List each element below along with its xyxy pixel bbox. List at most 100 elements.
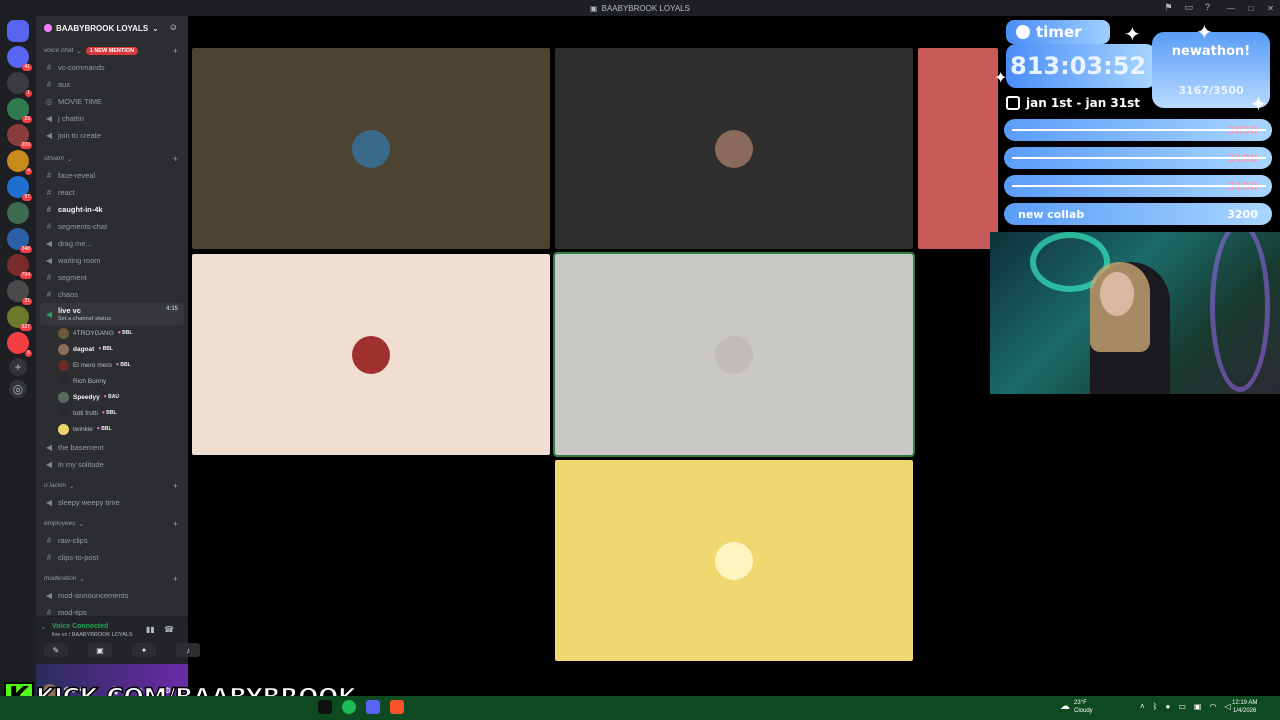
mention-badge: 348 [19, 246, 32, 253]
video-tile[interactable] [192, 48, 550, 249]
server-icon[interactable]: 537 [7, 306, 32, 331]
mic-icon[interactable]: ● [1165, 702, 1170, 711]
server-icon[interactable]: 209 [7, 124, 32, 149]
create-channel-icon[interactable]: + [173, 519, 178, 529]
channel-item[interactable]: ◀ waiting room [36, 252, 188, 269]
video-tile[interactable] [553, 252, 915, 457]
tiktok-icon[interactable] [318, 700, 332, 714]
channel-item[interactable]: # aux [36, 76, 188, 93]
create-channel-icon[interactable]: + [173, 154, 178, 164]
close-button[interactable]: ✕ [1267, 4, 1274, 13]
volume-icon[interactable]: ◁ [1224, 702, 1230, 711]
server-icon[interactable]: 97 [7, 176, 32, 201]
channel-name: clips-to-post [58, 553, 99, 562]
channel-item[interactable]: # segments-chat [36, 218, 188, 235]
server-icon[interactable]: 1 [7, 72, 32, 97]
brave-icon[interactable] [390, 700, 404, 714]
help-icon[interactable]: ? [1205, 2, 1210, 13]
channel-item[interactable]: ◀ the basement [36, 439, 188, 456]
discord-icon[interactable] [366, 700, 380, 714]
home-icon[interactable] [7, 20, 29, 42]
spotify-icon[interactable] [342, 700, 356, 714]
category-header[interactable]: employees ⌄ + [36, 515, 188, 532]
server-icon[interactable]: 41 [7, 46, 32, 71]
milestone-value: 3150 [1227, 179, 1258, 193]
server-icon[interactable]: 6 [7, 332, 32, 357]
channel-item[interactable]: ◀ j chattin [36, 110, 188, 127]
video-tile[interactable] [918, 48, 998, 249]
server-icon[interactable]: 4 [7, 150, 32, 175]
weather-widget[interactable]: ☁ 23°F Cloudy [1060, 699, 1093, 715]
voice-channel-path[interactable]: live vc / BAABYBROOK LOYALS [52, 632, 133, 638]
wifi-icon[interactable]: ◠ [1209, 702, 1216, 711]
hash-icon: # [46, 290, 52, 299]
channel-item[interactable]: ◎ MOVIE TIME [36, 93, 188, 110]
bluetooth-icon[interactable]: ᛒ [1153, 702, 1158, 711]
voice-user[interactable]: El mero mero ♥ BBL [36, 357, 188, 373]
create-channel-icon[interactable]: + [173, 46, 178, 56]
guild-tag: ♥ BBL [116, 362, 131, 368]
channel-item[interactable]: ◀ mod-announcements [36, 587, 188, 604]
inbox-icon[interactable]: ▭ [1184, 2, 1193, 13]
disconnect-icon[interactable]: ☎ [164, 625, 174, 634]
guild-header[interactable]: BAABYBROOK LOYALS ⌄ ☺ [36, 16, 188, 40]
noise-suppression-icon[interactable]: ▮▮ [146, 625, 155, 634]
channel-item[interactable]: # raw-clips [36, 532, 188, 549]
channel-status[interactable]: Set a channel status [58, 316, 111, 322]
channel-item[interactable]: # vc-commands [36, 59, 188, 76]
video-tile[interactable] [555, 460, 913, 661]
create-channel-icon[interactable]: + [173, 481, 178, 491]
create-channel-icon[interactable]: + [173, 574, 178, 584]
system-clock[interactable]: 12:19 AM 1/4/2026 [1232, 699, 1257, 715]
maximize-button[interactable]: □ [1248, 4, 1253, 13]
channel-item[interactable]: ◀ drag me... [36, 235, 188, 252]
category-header[interactable]: voice chat ⌄ 1 NEW MENTION + [36, 42, 188, 59]
category-header[interactable]: moderation ⌄ + [36, 570, 188, 587]
avatar [715, 335, 753, 374]
discover-button[interactable]: ◎ [9, 380, 27, 398]
battery-icon[interactable]: ▭ [1178, 702, 1186, 711]
channel-item[interactable]: # face-reveal [36, 167, 188, 184]
display-icon[interactable]: ▣ [1194, 702, 1202, 711]
chevron-down-icon: ⌄ [79, 575, 85, 583]
server-icon[interactable]: 21 [7, 280, 32, 305]
channel-live-vc[interactable]: ◀ live vc 4:15 Set a channel status [40, 303, 184, 325]
pin-icon[interactable]: ⚑ [1164, 2, 1172, 13]
video-tile[interactable] [555, 48, 913, 249]
voice-user[interactable]: twinkie ♥ BBL [36, 421, 188, 437]
channel-item[interactable]: ◀ sleepy weepy time [36, 494, 188, 511]
speaker-icon: ◀ [45, 309, 53, 319]
voice-user[interactable]: Rich Bunny [36, 373, 188, 389]
channel-item[interactable]: # chaos [36, 286, 188, 303]
voice-user[interactable]: tutti frutti ♥ BBL [36, 405, 188, 421]
hash-icon: # [46, 273, 52, 282]
voice-user[interactable]: Speedyy ♥ BAU [36, 389, 188, 405]
add-server-button[interactable]: + [9, 358, 27, 376]
voice-user[interactable]: dagoat ♥ BBL [36, 341, 188, 357]
server-icon[interactable] [7, 202, 29, 224]
chevron-up-icon[interactable]: ˄ [1140, 702, 1145, 711]
sparkle-icon: ✦ [1124, 24, 1141, 46]
channel-item[interactable]: # segment [36, 269, 188, 286]
video-tile[interactable] [192, 254, 550, 455]
server-icon[interactable]: 348 [7, 228, 32, 253]
server-icon[interactable]: 23 [7, 98, 32, 123]
category-header[interactable]: stream ⌄ + [36, 150, 188, 167]
channel-item[interactable]: # clips-to-post [36, 549, 188, 566]
channel-item[interactable]: # caught-in-4k [36, 201, 188, 218]
voice-user[interactable]: #TROYGANG ♥ BBL [36, 325, 188, 341]
soundboard-button[interactable]: ♪ [176, 643, 200, 657]
speaker-icon: ◀ [45, 114, 53, 123]
channel-item[interactable]: ◀ in my solitude [36, 456, 188, 473]
camera-button[interactable]: ✎ [44, 643, 68, 657]
chevron-down-icon: ⌄ [69, 482, 75, 490]
new-mention-badge[interactable]: 1 NEW MENTION [85, 46, 139, 55]
server-icon[interactable]: 794 [7, 254, 32, 279]
category-header[interactable]: u lackin ⌄ + [36, 477, 188, 494]
channel-item[interactable]: # react [36, 184, 188, 201]
channel-item[interactable]: ◀ join to create [36, 127, 188, 144]
minimize-button[interactable]: — [1226, 4, 1234, 13]
activities-button[interactable]: ✦ [132, 643, 156, 657]
invite-icon[interactable]: ☺ [169, 22, 178, 32]
screen-share-button[interactable]: ▣ [88, 643, 112, 657]
